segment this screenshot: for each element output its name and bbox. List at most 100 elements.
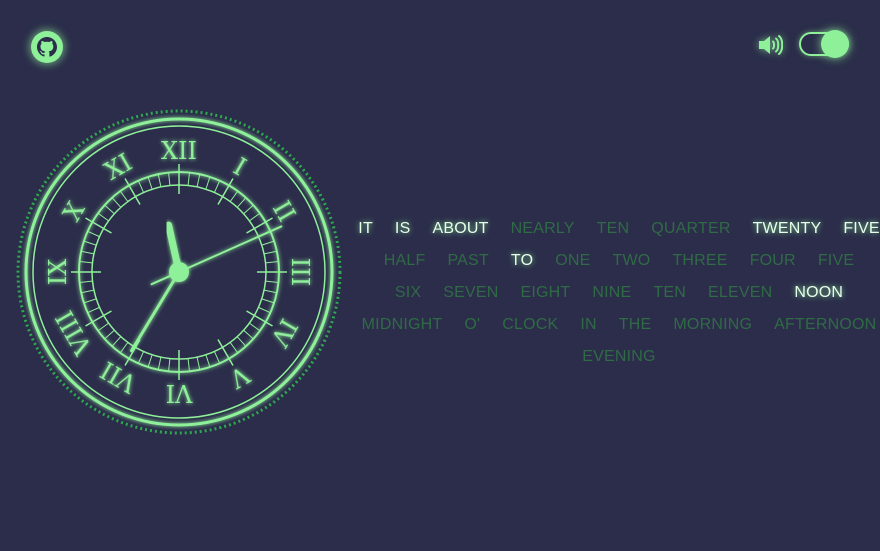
word-six: SIX xyxy=(394,284,422,301)
minute-tick xyxy=(261,298,275,304)
minute-tick xyxy=(83,240,97,246)
word-the: THE xyxy=(618,316,652,333)
minute-tick xyxy=(79,280,93,283)
word-seven: SEVEN xyxy=(443,284,499,301)
word-about: ABOUT xyxy=(432,220,489,237)
minute-tick xyxy=(147,354,153,368)
minute-tick xyxy=(168,358,171,372)
minute-tick xyxy=(243,204,254,215)
word-nearly: NEARLY xyxy=(510,220,575,237)
word-ten: TEN xyxy=(596,220,630,237)
word-clock: CLOCK xyxy=(502,316,559,333)
numeral-i: I xyxy=(228,153,250,182)
minute-tick xyxy=(119,190,129,202)
minute-tick xyxy=(81,250,95,255)
numeral-viii: VIII xyxy=(51,306,99,361)
word-row: SIX SEVEN EIGHT NINE TEN ELEVEN NOON xyxy=(372,277,866,309)
word-past: PAST xyxy=(447,252,489,269)
numeral-ix: IX xyxy=(44,259,72,286)
word-afternoon: AFTERNOON xyxy=(774,316,877,333)
toggle-knob xyxy=(821,30,849,58)
minute-tick xyxy=(157,174,162,188)
minute-tick xyxy=(97,322,109,332)
minute-tick xyxy=(258,306,271,314)
word-row: HALF PAST TO ONE TWO THREE FOUR FIVE xyxy=(372,245,866,277)
word-row: IT IS ABOUT NEARLY TEN QUARTER TWENTY FIVE xyxy=(358,213,879,245)
minute-tick xyxy=(147,176,153,190)
word-five: FIVE xyxy=(843,220,880,237)
word-evening: EVENING xyxy=(582,348,656,365)
word-three: THREE xyxy=(672,252,728,269)
word-row: EVENING xyxy=(372,341,866,373)
word-in: IN xyxy=(580,316,597,333)
minute-tick xyxy=(265,280,279,283)
minute-tick xyxy=(157,356,162,370)
word-ten: TEN xyxy=(653,284,686,301)
minute-tick xyxy=(196,174,201,188)
numeral-v: V xyxy=(224,360,254,394)
word-quarter: QUARTER xyxy=(651,220,731,237)
word-midnight: MIDNIGHT xyxy=(361,316,443,333)
numeral-iv: IV xyxy=(265,314,303,352)
minute-tick xyxy=(137,351,145,364)
numeral-ii: II xyxy=(267,196,301,226)
minute-tick xyxy=(168,172,171,186)
sound-button[interactable] xyxy=(757,34,784,56)
numeral-iii: III xyxy=(286,258,314,286)
word-is: IS xyxy=(394,220,411,237)
sound-toggle[interactable] xyxy=(799,30,849,58)
minute-tick xyxy=(229,342,239,354)
minute-tick xyxy=(263,289,277,294)
minute-tick xyxy=(205,354,211,368)
center-pin xyxy=(169,262,189,282)
word-two: TWO xyxy=(612,252,651,269)
numeral-xi: XI xyxy=(100,148,137,186)
minute-tick xyxy=(137,180,145,193)
word-morning: MORNING xyxy=(673,316,753,333)
word-noon: NOON xyxy=(794,284,844,301)
word-eleven: ELEVEN xyxy=(708,284,773,301)
minute-tick xyxy=(249,322,261,332)
minute-tick xyxy=(104,204,115,215)
minute-tick xyxy=(111,336,122,347)
word-half: HALF xyxy=(383,252,426,269)
minute-tick xyxy=(83,298,97,304)
minute-tick xyxy=(265,261,279,264)
word-twenty: TWENTY xyxy=(752,220,822,237)
analog-clock: XIIIIIIIIIVVVIVIIVIIIIXXXI xyxy=(16,109,342,435)
minute-tick xyxy=(187,358,190,372)
minute-tick xyxy=(263,250,277,255)
minute-tick xyxy=(249,212,261,222)
minute-tick xyxy=(243,329,254,340)
minute-tick xyxy=(104,329,115,340)
minute-tick xyxy=(213,180,221,193)
word-clock: IT IS ABOUT NEARLY TEN QUARTER TWENTY FIVE HALF P… xyxy=(358,213,879,373)
minute-tick xyxy=(205,176,211,190)
numeral-xii: XII xyxy=(161,137,197,165)
minute-tick xyxy=(261,240,275,246)
minute-tick xyxy=(97,212,109,222)
minute-tick xyxy=(87,306,100,314)
word-five: FIVE xyxy=(817,252,855,269)
minute-tick xyxy=(236,197,247,208)
word-one: ONE xyxy=(555,252,591,269)
word-four: FOUR xyxy=(749,252,796,269)
minute-tick xyxy=(111,197,122,208)
minute-tick xyxy=(87,230,100,238)
word-nine: NINE xyxy=(592,284,632,301)
minute-tick xyxy=(236,336,247,347)
minute-tick xyxy=(213,351,221,364)
numeral-vi: VI xyxy=(166,379,194,407)
speaker-icon xyxy=(759,35,784,55)
minute-tick xyxy=(187,172,190,186)
github-icon xyxy=(37,37,57,57)
minute-tick xyxy=(196,356,201,370)
github-link[interactable] xyxy=(31,31,63,63)
word-eight: EIGHT xyxy=(520,284,571,301)
minute-tick xyxy=(81,289,95,294)
minute-tick xyxy=(119,342,129,354)
word-to: TO xyxy=(510,252,534,269)
minute-tick xyxy=(229,190,239,202)
minute-tick xyxy=(79,261,93,264)
numeral-x: X xyxy=(58,197,91,226)
